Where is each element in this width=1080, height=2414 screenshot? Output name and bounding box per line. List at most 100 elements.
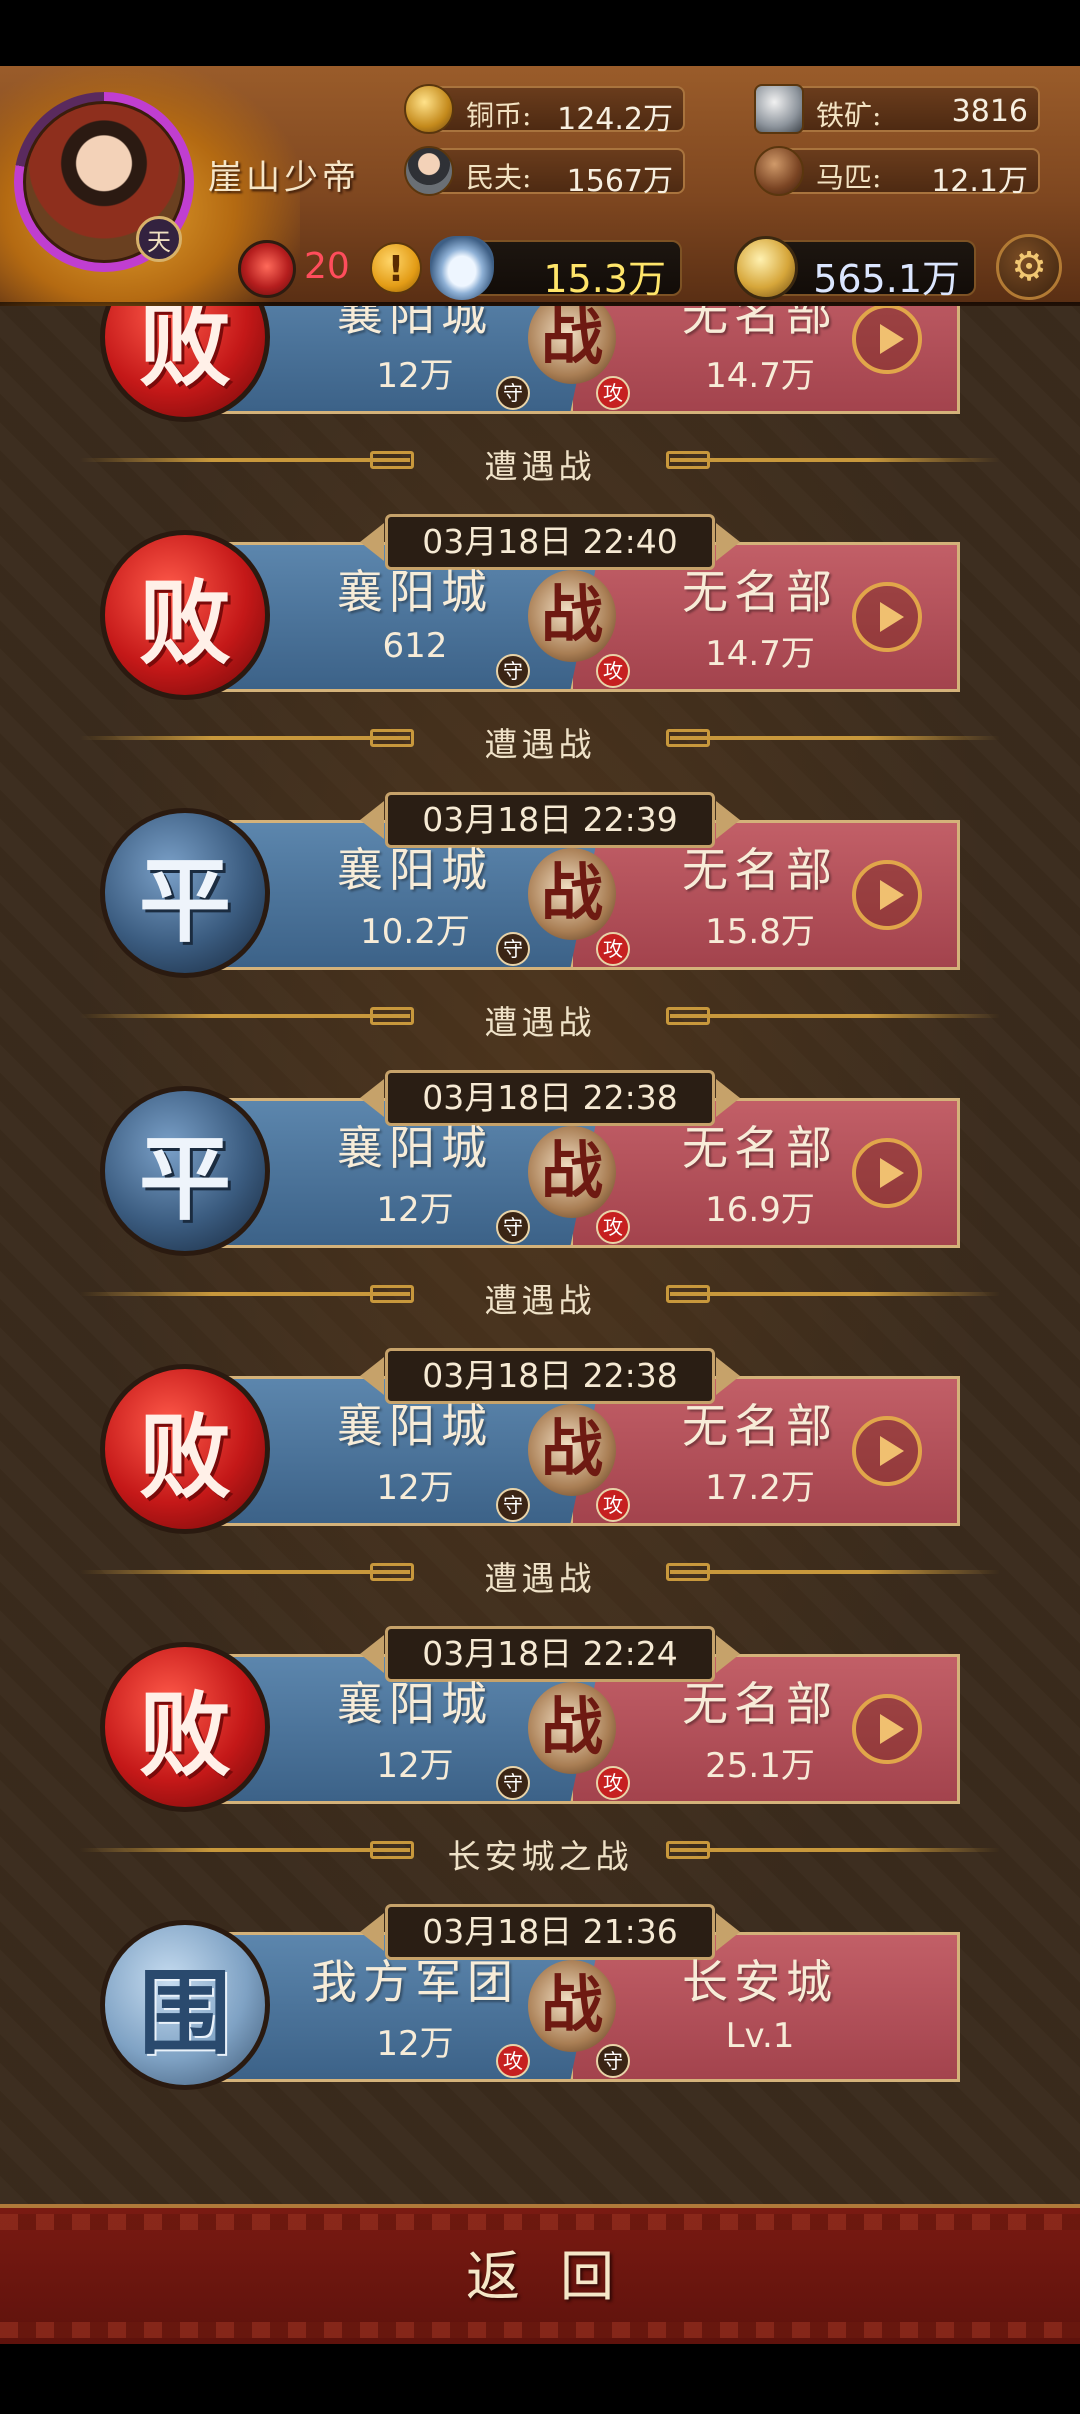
divider-line-right <box>670 1014 1000 1018</box>
right-role-badge: 守 <box>596 2044 630 2078</box>
right-role-badge: 攻 <box>596 1766 630 1800</box>
right-side-name: 长安城 <box>682 1955 838 2009</box>
result-seal: 平 <box>100 808 270 978</box>
battle-report-list[interactable]: 03月18日 22:42 败 襄阳城 12万 无名部 14.7万 战 守 攻 遭… <box>0 306 1080 2204</box>
right-role-badge: 攻 <box>596 1210 630 1244</box>
iron-value: 3816 <box>951 94 1028 129</box>
laborer-icon <box>404 146 454 196</box>
battle-report-card[interactable]: 03月18日 22:38 平 襄阳城 12万 无名部 16.9万 战 守 攻 <box>100 1070 960 1256</box>
copper-resource[interactable]: 铜币: 124.2万 <box>404 84 685 137</box>
battle-type-label: 遭遇战 <box>484 1003 596 1042</box>
vs-emblem: 战 <box>528 1126 616 1218</box>
battle-report-card[interactable]: 03月18日 22:40 败 襄阳城 612 无名部 14.7万 战 守 攻 <box>100 514 960 700</box>
silver-currency[interactable]: 15.3万 <box>430 236 682 301</box>
battle-report-card[interactable]: 03月18日 22:24 败 襄阳城 12万 无名部 25.1万 战 守 攻 <box>100 1626 960 1812</box>
battle-report-card[interactable]: 03月18日 22:38 败 襄阳城 12万 无名部 17.2万 战 守 攻 <box>100 1348 960 1534</box>
battle-report-card[interactable]: 03月18日 22:42 败 襄阳城 12万 无名部 14.7万 战 守 攻 <box>100 306 960 422</box>
left-side-name: 襄阳城 <box>337 1121 493 1175</box>
gold-coin-icon <box>734 236 798 300</box>
right-side-troops: Lv.1 <box>725 2016 795 2056</box>
result-seal: 平 <box>100 1086 270 1256</box>
divider-line-right <box>670 1292 1000 1296</box>
gear-icon: ⚙ <box>1011 244 1047 290</box>
right-role-badge: 攻 <box>596 376 630 410</box>
iron-ore-icon <box>754 84 804 134</box>
troop-count: 20 <box>304 246 350 287</box>
left-role-badge: 守 <box>496 376 530 410</box>
replay-play-button[interactable] <box>852 860 922 930</box>
iron-label: 铁矿: <box>816 99 882 132</box>
laborer-label: 民夫: <box>466 161 532 194</box>
replay-play-button[interactable] <box>852 306 922 374</box>
vs-emblem: 战 <box>528 570 616 662</box>
alert-icon[interactable]: ! <box>370 242 422 294</box>
replay-play-button[interactable] <box>852 1138 922 1208</box>
left-side-name: 襄阳城 <box>337 1677 493 1731</box>
navigation-bar <box>0 2344 1080 2414</box>
divider-line-right <box>670 736 1000 740</box>
left-role-badge: 守 <box>496 1210 530 1244</box>
battle-type-divider: 遭遇战 <box>80 440 1000 486</box>
battle-type-divider: 遭遇战 <box>80 996 1000 1042</box>
horse-value: 12.1万 <box>931 164 1028 199</box>
laborer-resource[interactable]: 民夫: 1567万 <box>404 146 685 199</box>
vs-emblem: 战 <box>528 1682 616 1774</box>
top-header: 天 崖山少帝 铜币: 124.2万 铁矿: 3816 民夫: 1567万 马匹:… <box>0 66 1080 320</box>
right-role-badge: 攻 <box>596 654 630 688</box>
divider-line-right <box>670 458 1000 462</box>
left-role-badge: 攻 <box>496 2044 530 2078</box>
status-bar <box>0 0 1080 66</box>
troop-icon[interactable] <box>238 240 296 298</box>
horse-resource[interactable]: 马匹: 12.1万 <box>754 146 1040 199</box>
laborer-value: 1567万 <box>566 164 673 199</box>
left-role-badge: 守 <box>496 1766 530 1800</box>
gold-value: 565.1万 <box>813 257 960 301</box>
divider-line-right <box>670 1848 1000 1852</box>
right-role-badge: 攻 <box>596 1488 630 1522</box>
battle-type-label: 长安城之战 <box>447 1837 633 1876</box>
result-seal: 败 <box>100 530 270 700</box>
battle-type-divider: 长安城之战 <box>80 1830 1000 1876</box>
left-role-badge: 守 <box>496 1488 530 1522</box>
back-button[interactable]: 返回 <box>390 2232 690 2322</box>
battle-type-divider: 遭遇战 <box>80 718 1000 764</box>
left-role-badge: 守 <box>496 932 530 966</box>
player-name: 崖山少帝 <box>208 158 360 198</box>
silver-value: 15.3万 <box>543 257 666 301</box>
replay-play-button[interactable] <box>852 1694 922 1764</box>
battle-type-label: 遭遇战 <box>484 447 596 486</box>
horse-icon <box>754 146 804 196</box>
result-seal: 败 <box>100 1642 270 1812</box>
divider-line-right <box>670 1570 1000 1574</box>
footer-pattern-top <box>0 2214 1080 2230</box>
settings-button[interactable]: ⚙ <box>996 234 1062 300</box>
vs-emblem: 战 <box>528 1960 616 2052</box>
left-role-badge: 守 <box>496 654 530 688</box>
vs-emblem: 战 <box>528 306 616 384</box>
copper-value: 124.2万 <box>557 102 673 137</box>
footer-pattern-bottom <box>0 2322 1080 2338</box>
left-side-name: 襄阳城 <box>337 1399 493 1453</box>
horse-label: 马匹: <box>816 161 882 194</box>
battle-type-label: 遭遇战 <box>484 1281 596 1320</box>
copper-label: 铜币: <box>466 99 532 132</box>
vs-emblem: 战 <box>528 1404 616 1496</box>
rank-badge: 天 <box>136 216 182 262</box>
vs-emblem: 战 <box>528 848 616 940</box>
result-seal: 败 <box>100 1364 270 1534</box>
iron-resource[interactable]: 铁矿: 3816 <box>754 84 1040 134</box>
battle-report-card[interactable]: 03月18日 22:39 平 襄阳城 10.2万 无名部 15.8万 战 守 攻 <box>100 792 960 978</box>
result-seal: 围 <box>100 1920 270 2090</box>
replay-play-button[interactable] <box>852 582 922 652</box>
battle-report-card[interactable]: 03月18日 21:36 围 我方军团 12万 长安城 Lv.1 战 攻 守 <box>100 1904 960 2090</box>
gold-currency[interactable]: 565.1万 <box>734 236 976 301</box>
battle-type-label: 遭遇战 <box>484 725 596 764</box>
battle-type-divider: 遭遇战 <box>80 1274 1000 1320</box>
left-side-name: 我方军团 <box>311 1955 519 2009</box>
battle-type-label: 遭遇战 <box>484 1559 596 1598</box>
copper-coin-icon <box>404 84 454 134</box>
left-side-name: 襄阳城 <box>337 843 493 897</box>
footer-bar: 返回 <box>0 2204 1080 2344</box>
left-side-name: 襄阳城 <box>337 565 493 619</box>
replay-play-button[interactable] <box>852 1416 922 1486</box>
